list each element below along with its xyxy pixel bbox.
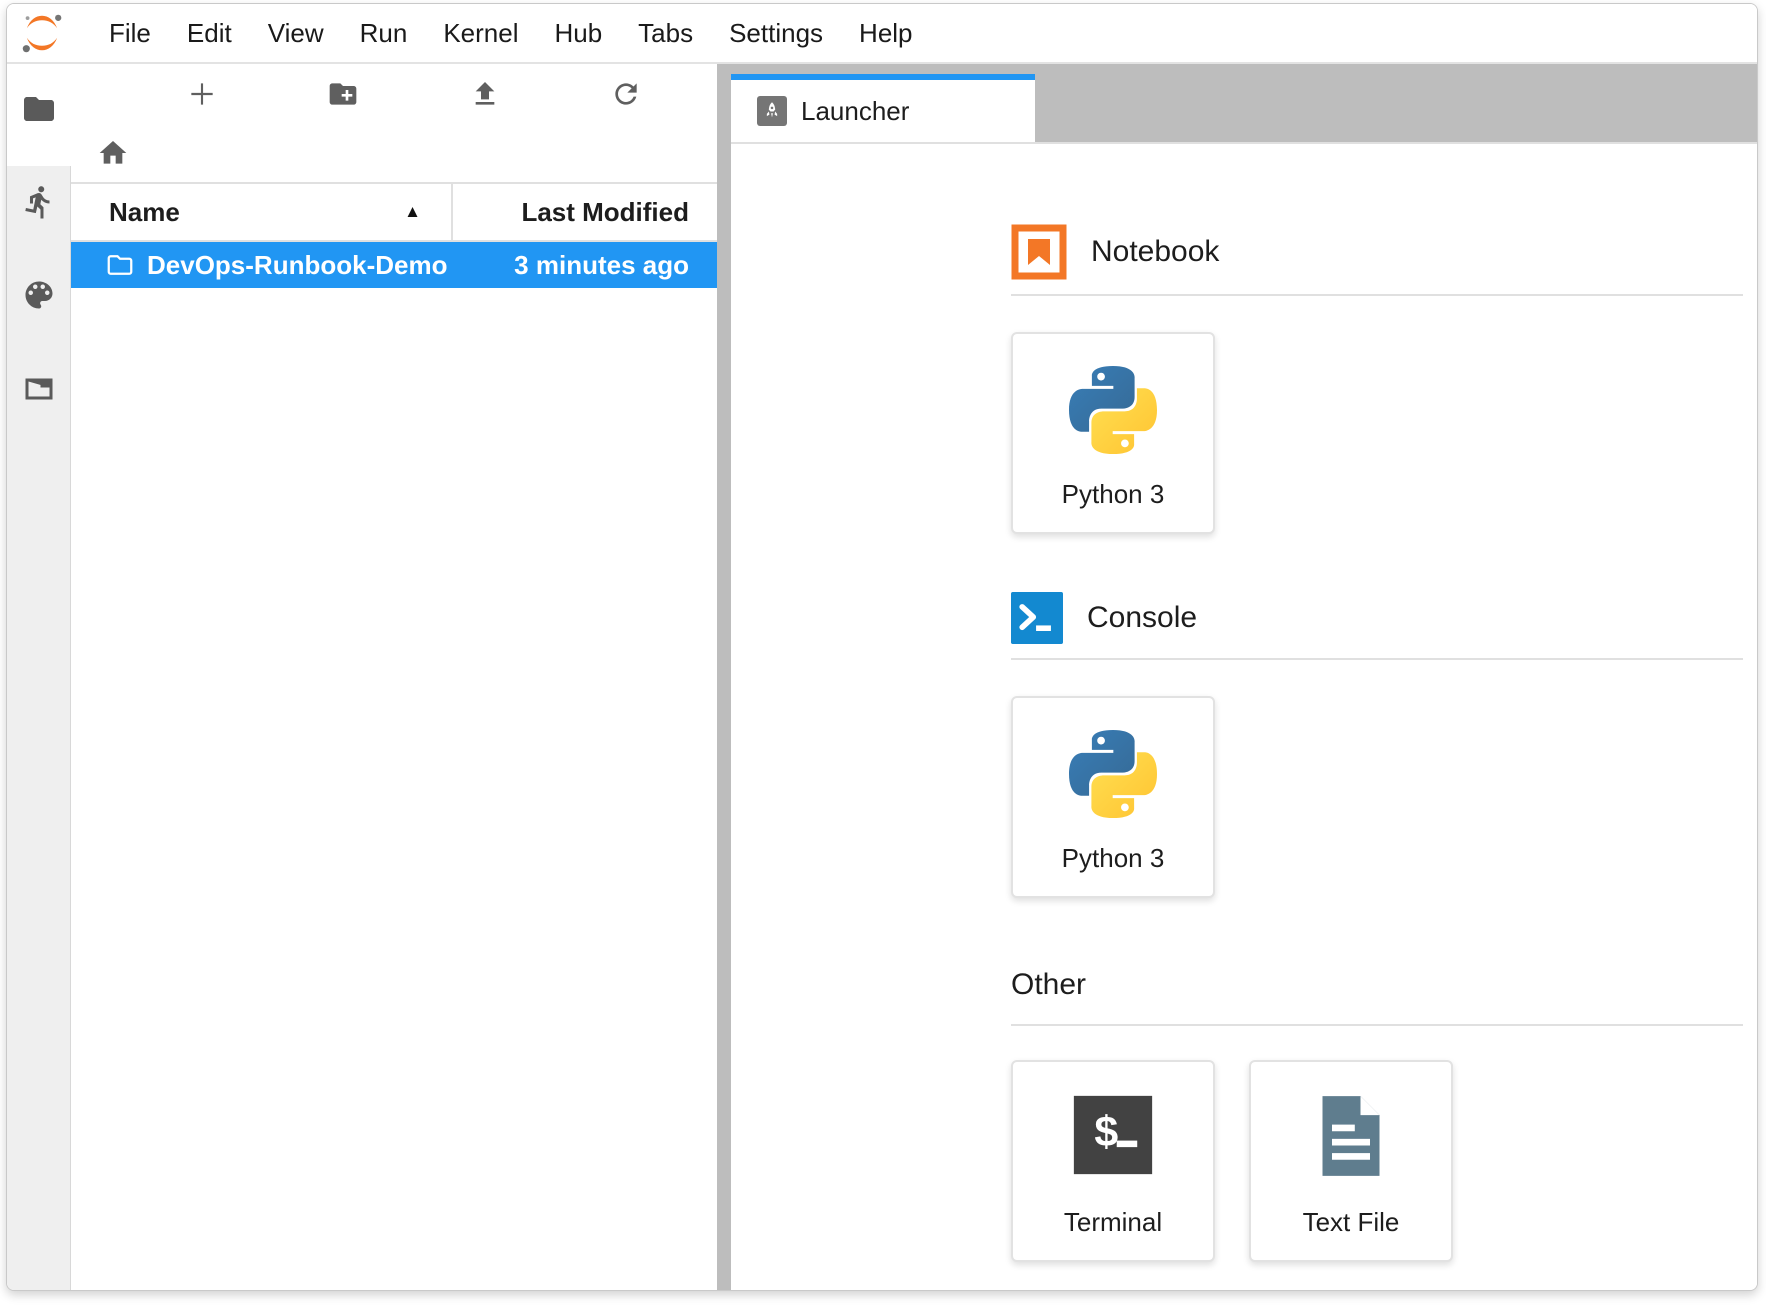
notebook-icon (1011, 224, 1067, 280)
tabs-icon (21, 371, 57, 407)
launcher-card-console-python3[interactable]: Python 3 (1011, 696, 1215, 898)
section-title-notebook: Notebook (1091, 235, 1219, 269)
file-list-header: Name ▲ Last Modified (71, 184, 717, 242)
panel-divider[interactable] (717, 64, 731, 1290)
upload-icon (469, 78, 501, 110)
python-logo (1069, 366, 1157, 454)
launcher-section-notebook: Notebook (1011, 224, 1743, 534)
file-row-devops-runbook-demo[interactable]: DevOps-Runbook-Demo 3 minutes ago (71, 242, 717, 288)
running-icon (21, 184, 57, 220)
sidebar-item-file-browser[interactable] (7, 74, 71, 144)
refresh-icon (610, 78, 642, 110)
name-column-label: Name (109, 197, 180, 228)
activity-bar (7, 64, 71, 1290)
python-logo (1069, 730, 1157, 818)
sort-ascending-icon: ▲ (404, 202, 421, 222)
section-divider (1011, 658, 1743, 660)
launcher-card-terminal[interactable]: $ Terminal (1011, 1060, 1215, 1262)
column-header-last-modified[interactable]: Last Modified (451, 184, 717, 240)
section-title-other: Other (1011, 968, 1086, 1002)
terminal-icon: $ (1072, 1094, 1154, 1176)
launcher-section-other: Other $ Terminal (1011, 964, 1743, 1262)
new-launcher-button[interactable] (131, 78, 273, 110)
upload-button[interactable] (414, 78, 556, 110)
tab-launcher-label: Launcher (801, 96, 909, 127)
main-dock-panel: Launcher Notebook (731, 64, 1757, 1290)
folder-icon (21, 91, 57, 127)
svg-text:$: $ (1094, 1108, 1118, 1156)
file-browser-toolbar (71, 64, 717, 124)
new-folder-button[interactable] (273, 78, 415, 110)
section-divider (1011, 1024, 1743, 1026)
refresh-button[interactable] (556, 78, 698, 110)
menu-run[interactable]: Run (342, 18, 426, 49)
last-modified-column-label: Last Modified (521, 197, 689, 228)
menu-view[interactable]: View (250, 18, 342, 49)
menu-kernel[interactable]: Kernel (425, 18, 536, 49)
section-divider (1011, 294, 1743, 296)
card-label: Text File (1303, 1207, 1400, 1238)
launcher-rocket-icon (757, 96, 787, 126)
text-file-icon (1313, 1094, 1389, 1178)
file-name: DevOps-Runbook-Demo (147, 250, 447, 281)
menu-settings[interactable]: Settings (711, 18, 841, 49)
tab-launcher[interactable]: Launcher (731, 74, 1035, 142)
plus-icon (186, 78, 218, 110)
sidebar-item-commands[interactable] (7, 260, 71, 330)
folder-outline-icon (105, 250, 135, 280)
menu-file[interactable]: File (91, 18, 169, 49)
card-label: Python 3 (1062, 479, 1165, 510)
file-modified: 3 minutes ago (514, 250, 717, 281)
palette-icon (21, 277, 57, 313)
launcher-card-notebook-python3[interactable]: Python 3 (1011, 332, 1215, 534)
jupyterlab-window: File Edit View Run Kernel Hub Tabs Setti… (6, 3, 1758, 1291)
launcher-section-console: Console Python 3 (1011, 592, 1743, 898)
menu-tabs[interactable]: Tabs (620, 18, 711, 49)
jupyter-logo-icon (19, 10, 65, 56)
menu-hub[interactable]: Hub (536, 18, 620, 49)
home-icon[interactable] (97, 137, 129, 169)
column-header-name[interactable]: Name ▲ (71, 184, 451, 240)
tab-bar: Launcher (731, 64, 1757, 142)
new-folder-icon (327, 78, 359, 110)
launcher-panel: Notebook (731, 142, 1757, 1290)
sidebar-item-running-sessions[interactable] (7, 167, 71, 237)
launcher-card-text-file[interactable]: Text File (1249, 1060, 1453, 1262)
menu-edit[interactable]: Edit (169, 18, 250, 49)
card-label: Terminal (1064, 1207, 1162, 1238)
menu-bar: File Edit View Run Kernel Hub Tabs Setti… (7, 4, 1757, 64)
breadcrumb (71, 124, 717, 184)
file-browser-panel: Name ▲ Last Modified DevOps-Runbook-Demo… (71, 64, 717, 1290)
sidebar-item-open-tabs[interactable] (7, 354, 71, 424)
menu-help[interactable]: Help (841, 18, 930, 49)
section-title-console: Console (1087, 601, 1197, 635)
card-label: Python 3 (1062, 843, 1165, 874)
console-icon (1011, 592, 1063, 644)
